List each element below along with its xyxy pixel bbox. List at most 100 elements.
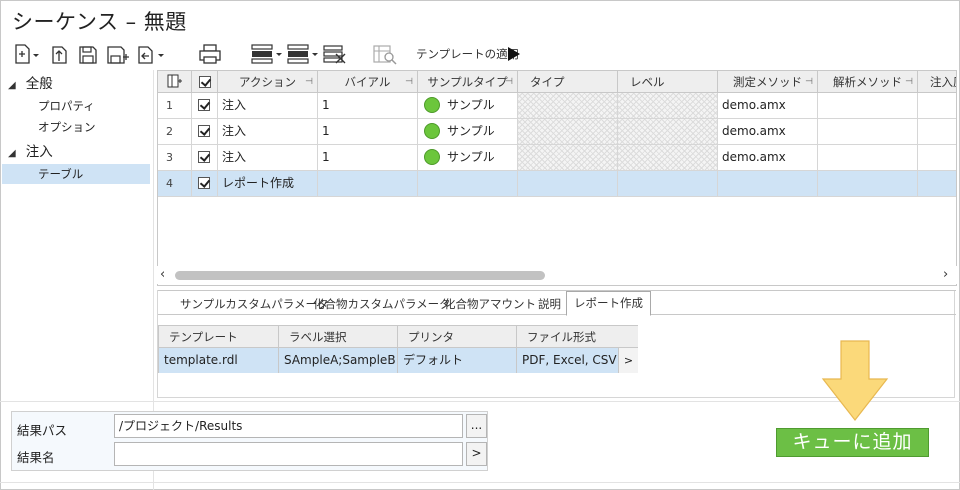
save-as-icon[interactable] (106, 42, 130, 66)
report-cell-printer[interactable]: デフォルト (398, 348, 517, 373)
cell-injection[interactable] (918, 119, 956, 144)
pin-icon[interactable]: ⊣ (905, 71, 913, 93)
run-icon[interactable] (506, 42, 522, 66)
table-row[interactable]: 1 注入 1 サンプル demo.amx (158, 93, 956, 119)
cell-sample-type[interactable]: サンプル (418, 93, 518, 118)
cell-vial[interactable]: 1 (318, 145, 418, 170)
import-icon[interactable] (50, 42, 70, 66)
cell-action[interactable]: 注入 (218, 145, 318, 170)
cell-vial[interactable] (318, 171, 418, 196)
cell-injection[interactable] (918, 171, 956, 196)
result-path-input[interactable]: /プロジェクト/Results (114, 414, 463, 438)
tree-item-table[interactable]: テーブル (2, 164, 150, 184)
save-icon[interactable] (78, 42, 98, 66)
insert-row-icon[interactable] (250, 42, 286, 66)
toolbar: テンプレートの適用 (12, 42, 612, 66)
column-header-analysis-method[interactable]: 解析メソッド ⊣ (818, 71, 918, 93)
row-checkbox[interactable] (192, 145, 218, 170)
pin-icon[interactable]: ⊣ (405, 71, 413, 93)
tree-item-properties[interactable]: プロパティ (38, 96, 95, 116)
cell-injection[interactable] (918, 93, 956, 118)
tab-description[interactable]: 説明 (538, 293, 561, 315)
tab-compound-custom-params[interactable]: 化合物カスタムパラメータ (313, 293, 451, 315)
report-cell-file-format[interactable]: PDF, Excel, CSV (517, 348, 619, 373)
cell-measure-method[interactable]: demo.amx (718, 119, 818, 144)
column-header-measure-method[interactable]: 測定メソッド ⊣ (718, 71, 818, 93)
row-checkbox[interactable] (192, 93, 218, 118)
cell-action[interactable]: 注入 (218, 119, 318, 144)
horizontal-scrollbar[interactable]: ‹ › (157, 266, 957, 284)
cell-sample-type[interactable] (418, 171, 518, 196)
report-more-button[interactable]: > (619, 348, 638, 373)
tree-group-label: 注入 (25, 144, 53, 160)
sample-type-label: サンプル (447, 98, 495, 112)
cell-vial[interactable]: 1 (318, 93, 418, 118)
tab-compound-amount[interactable]: 化合物アマウント (444, 293, 536, 315)
column-header-label: タイプ (530, 75, 565, 89)
cell-measure-method[interactable]: demo.amx (718, 93, 818, 118)
delete-row-icon[interactable] (286, 42, 322, 66)
column-header-vial[interactable]: バイアル ⊣ (318, 71, 418, 93)
export-icon[interactable] (136, 42, 168, 66)
cell-action[interactable]: 注入 (218, 93, 318, 118)
cell-sample-type[interactable]: サンプル (418, 145, 518, 170)
sequence-grid: アクション ⊣ バイアル ⊣ サンプルタイプ ⊣ タイプ レベル 測定メソッド ⊣ 解析… (157, 70, 957, 286)
table-row[interactable]: 3 注入 1 サンプル demo.amx (158, 145, 956, 171)
tab-bar: サンプルカスタムパラメータ 化合物カスタムパラメータ 化合物アマウント 説明 レ… (158, 290, 956, 316)
pin-icon[interactable]: ⊣ (305, 71, 313, 93)
column-header-action[interactable]: アクション ⊣ (218, 71, 318, 93)
tree-item-options[interactable]: オプション (38, 117, 96, 137)
cell-measure-method[interactable]: demo.amx (718, 145, 818, 170)
cell-vial[interactable]: 1 (318, 119, 418, 144)
print-icon[interactable] (198, 42, 222, 66)
expand-triangle-icon[interactable]: ◢ (8, 80, 16, 91)
row-checkbox[interactable] (192, 119, 218, 144)
cell-sample-type[interactable]: サンプル (418, 119, 518, 144)
tree-group-general[interactable]: ◢ 全般 (8, 74, 53, 94)
scrollbar-thumb[interactable] (175, 271, 545, 280)
tab-report-creation[interactable]: レポート作成 (566, 291, 651, 316)
pin-icon[interactable]: ⊣ (505, 71, 513, 93)
browse-path-button[interactable]: ... (466, 414, 487, 438)
table-row[interactable]: 2 注入 1 サンプル demo.amx (158, 119, 956, 145)
cell-injection[interactable] (918, 145, 956, 170)
scroll-left-icon[interactable]: ‹ (160, 267, 165, 282)
cell-analysis-method[interactable] (818, 145, 918, 170)
report-cell-template[interactable]: template.rdl (159, 348, 279, 373)
table-row-selected[interactable]: 4 レポート作成 (158, 171, 956, 197)
cell-type (518, 145, 618, 170)
column-header-label: 測定メソッド (733, 75, 802, 89)
pin-icon[interactable]: ⊣ (805, 71, 813, 93)
cell-analysis-method[interactable] (818, 93, 918, 118)
tab-sample-custom-params[interactable]: サンプルカスタムパラメータ (180, 293, 328, 315)
expand-triangle-icon[interactable]: ◢ (8, 148, 16, 159)
result-name-more-button[interactable]: > (466, 442, 487, 466)
cell-measure-method[interactable] (718, 171, 818, 196)
new-icon[interactable] (14, 42, 40, 66)
tree-group-injection[interactable]: ◢ 注入 (8, 142, 53, 162)
cell-analysis-method[interactable] (818, 171, 918, 196)
report-cell-label-select[interactable]: SAmpleA;SampleB (279, 348, 398, 373)
column-header-sample-type[interactable]: サンプルタイプ ⊣ (418, 71, 518, 93)
cell-analysis-method[interactable] (818, 119, 918, 144)
scroll-right-icon[interactable]: › (943, 267, 948, 282)
column-header-type[interactable]: タイプ (518, 71, 618, 93)
down-arrow-icon (821, 340, 889, 425)
column-chooser-icon[interactable] (158, 71, 192, 93)
result-name-input[interactable] (114, 442, 463, 466)
row-checkbox[interactable] (192, 171, 218, 196)
sample-type-label: サンプル (447, 124, 495, 138)
tree-group-label: 全般 (25, 76, 53, 92)
header-select-all-checkbox[interactable] (192, 71, 218, 93)
column-header-injection[interactable]: 注入圧 (918, 71, 956, 93)
sample-status-dot (424, 123, 440, 139)
column-header-level[interactable]: レベル (618, 71, 718, 93)
template-apply-label[interactable]: テンプレートの適用 (416, 46, 519, 62)
row-index: 2 (158, 119, 192, 144)
add-to-queue-button[interactable]: キューに追加 (776, 428, 929, 457)
template-icon[interactable] (372, 42, 398, 66)
clear-rows-icon[interactable] (322, 42, 348, 66)
cell-action[interactable]: レポート作成 (218, 171, 318, 196)
row-index: 1 (158, 93, 192, 118)
cell-level (618, 171, 718, 196)
